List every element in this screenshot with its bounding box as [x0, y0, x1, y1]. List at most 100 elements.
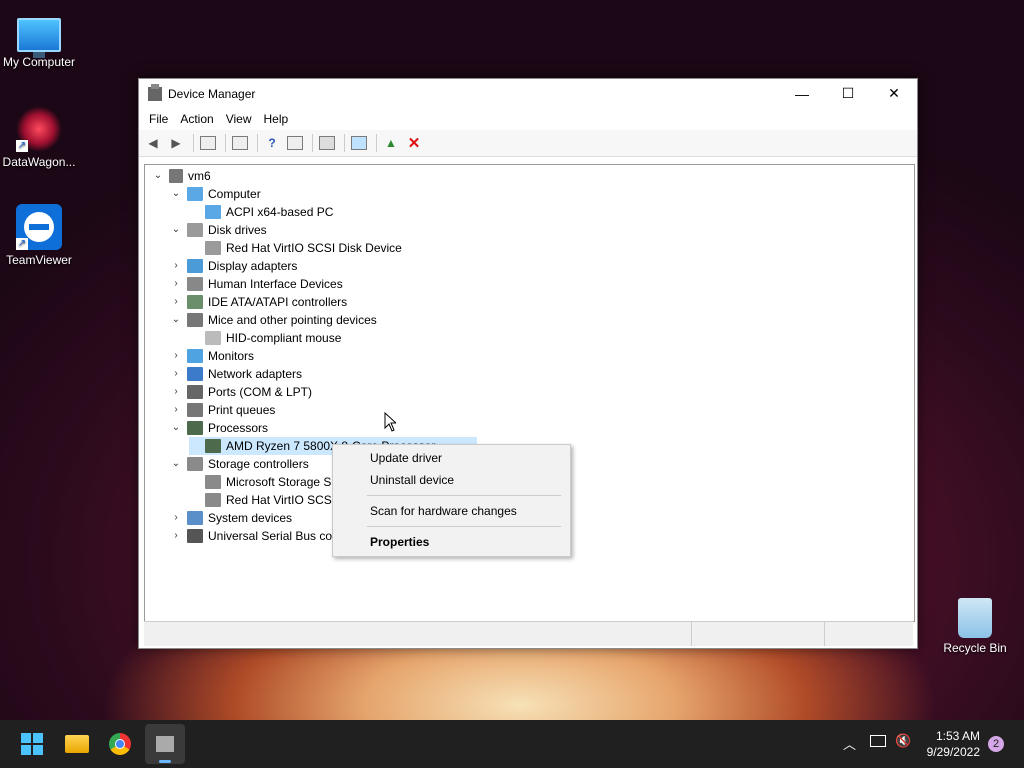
chevron-right-icon[interactable]: ›: [169, 347, 183, 365]
device-manager-icon: [148, 83, 162, 101]
device-icon: [187, 295, 203, 309]
menu-properties[interactable]: Properties: [370, 535, 429, 549]
device-icon: [205, 475, 221, 489]
maximize-button[interactable]: ☐: [825, 79, 871, 108]
print-icon[interactable]: [317, 134, 337, 152]
tree-category[interactable]: › Human Interface Devices: [169, 275, 343, 293]
close-button[interactable]: ✕: [871, 79, 917, 108]
tree-label: Disk drives: [208, 223, 267, 237]
mouse-cursor-icon: [384, 412, 396, 432]
status-bar: [144, 621, 913, 646]
tree-category[interactable]: ⌄ Processors: [169, 419, 268, 437]
clock-date: 9/29/2022: [926, 745, 980, 759]
speaker-muted-icon[interactable]: 🔇: [895, 733, 911, 749]
menu-view[interactable]: View: [220, 112, 258, 126]
chevron-down-icon[interactable]: ⌄: [169, 311, 183, 329]
tree-label: Ports (COM & LPT): [208, 385, 313, 399]
tree-device[interactable]: Red Hat VirtIO SCSI Disk Device: [189, 239, 402, 257]
tree-category[interactable]: › Network adapters: [169, 365, 302, 383]
chevron-down-icon[interactable]: ⌄: [169, 185, 183, 203]
shortcut-arrow-icon: ↗: [16, 238, 28, 250]
status-pane: [692, 622, 826, 646]
back-icon[interactable]: ◀: [143, 134, 163, 152]
tree-label: HID-compliant mouse: [226, 331, 342, 345]
tree-label: Network adapters: [208, 367, 303, 381]
forward-icon[interactable]: ▶: [166, 134, 186, 152]
desktop-icon-recycle-bin[interactable]: Recycle Bin: [935, 598, 1015, 655]
title-bar[interactable]: Device Manager — ☐ ✕: [139, 79, 917, 108]
device-icon: [205, 205, 221, 219]
notification-badge[interactable]: 2: [988, 736, 1004, 752]
tree-label: Print queues: [208, 403, 276, 417]
chevron-down-icon[interactable]: ⌄: [169, 221, 183, 239]
tree-category[interactable]: › Ports (COM & LPT): [169, 383, 312, 401]
menu-uninstall-device[interactable]: Uninstall device: [370, 473, 454, 487]
device-icon: [187, 403, 203, 417]
help-icon[interactable]: ?: [262, 134, 282, 152]
tree-category[interactable]: › IDE ATA/ATAPI controllers: [169, 293, 347, 311]
tree-device[interactable]: HID-compliant mouse: [189, 329, 341, 347]
network-icon[interactable]: [870, 735, 886, 747]
chevron-right-icon[interactable]: ›: [169, 527, 183, 545]
chevron-down-icon[interactable]: ⌄: [169, 419, 183, 437]
menu-action[interactable]: Action: [174, 112, 219, 126]
device-icon: [205, 439, 221, 453]
window-title: Device Manager: [168, 86, 256, 101]
desktop-icon-label: Recycle Bin: [943, 641, 1007, 655]
device-icon: [187, 223, 203, 237]
action-pane-icon[interactable]: [285, 134, 305, 152]
menu-help[interactable]: Help: [258, 112, 295, 126]
tree-label: IDE ATA/ATAPI controllers: [208, 295, 348, 309]
device-manager-icon: [156, 736, 174, 752]
chevron-right-icon[interactable]: ›: [169, 365, 183, 383]
menu-bar: File Action View Help: [139, 108, 917, 130]
device-manager-taskbar-button[interactable]: [145, 724, 185, 764]
menu-file[interactable]: File: [143, 112, 174, 126]
device-icon: [187, 457, 203, 471]
scan-hardware-icon[interactable]: [349, 134, 369, 152]
chrome-button[interactable]: [104, 728, 136, 760]
properties-icon[interactable]: [230, 134, 250, 152]
tree-category[interactable]: › Monitors: [169, 347, 254, 365]
file-explorer-button[interactable]: [61, 728, 93, 760]
context-menu: Update driver Uninstall device Scan for …: [332, 444, 571, 557]
tree-category[interactable]: › Display adapters: [169, 257, 297, 275]
desktop-icon-datawagon[interactable]: ↗ DataWagon...: [0, 106, 79, 169]
tree-category[interactable]: ⌄ Storage controllers: [169, 455, 309, 473]
device-icon: [187, 313, 203, 327]
tree-category[interactable]: ⌄ Disk drives: [169, 221, 267, 239]
menu-scan-hardware[interactable]: Scan for hardware changes: [370, 504, 517, 518]
tree-device[interactable]: ACPI x64-based PC: [189, 203, 333, 221]
tree-root[interactable]: ⌄ vm6: [151, 167, 211, 185]
tree-category[interactable]: ⌄ Computer: [169, 185, 261, 203]
update-driver-icon[interactable]: ▲: [381, 134, 401, 152]
minimize-button[interactable]: —: [779, 79, 825, 108]
start-button[interactable]: [16, 728, 48, 760]
desktop-icon-my-computer[interactable]: My Computer: [0, 10, 79, 69]
chevron-right-icon[interactable]: ›: [169, 383, 183, 401]
folder-icon: [65, 735, 89, 753]
tree-category[interactable]: ⌄ Mice and other pointing devices: [169, 311, 377, 329]
tree-category[interactable]: › Print queues: [169, 401, 275, 419]
chevron-right-icon[interactable]: ›: [169, 257, 183, 275]
chevron-down-icon[interactable]: ⌄: [169, 455, 183, 473]
tree-category[interactable]: › System devices: [169, 509, 292, 527]
chevron-right-icon[interactable]: ›: [169, 275, 183, 293]
chevron-down-icon[interactable]: ⌄: [151, 167, 165, 185]
show-hide-console-tree-icon[interactable]: [198, 134, 218, 152]
device-icon: [187, 511, 203, 525]
status-pane: [144, 622, 693, 646]
uninstall-device-icon[interactable]: ✕: [404, 134, 424, 152]
menu-update-driver[interactable]: Update driver: [370, 451, 442, 465]
chevron-right-icon[interactable]: ›: [169, 401, 183, 419]
datawagon-logo-icon: ↗: [16, 106, 62, 152]
chrome-icon: [109, 733, 131, 755]
tree-label: Red Hat VirtIO SCSI Disk Device: [226, 241, 402, 255]
chevron-right-icon[interactable]: ›: [169, 293, 183, 311]
chevron-up-icon[interactable]: ︿: [843, 734, 856, 753]
shortcut-arrow-icon: ↗: [16, 140, 28, 152]
system-clock[interactable]: 1:53 AM 9/29/2022: [927, 728, 980, 760]
chevron-right-icon[interactable]: ›: [169, 509, 183, 527]
tree-label: Display adapters: [208, 259, 298, 273]
desktop-icon-teamviewer[interactable]: ↗ TeamViewer: [0, 204, 79, 267]
